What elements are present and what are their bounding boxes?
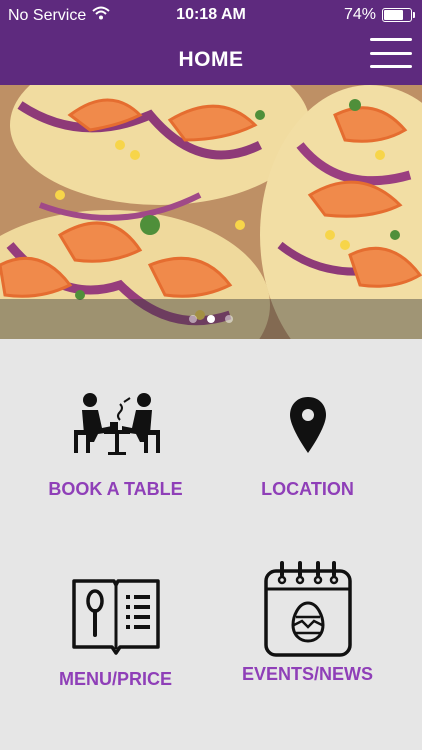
location-tile[interactable]: LOCATION: [202, 375, 413, 500]
menu-price-label: MENU/PRICE: [58, 669, 172, 689]
menu-bar-icon: [370, 51, 412, 55]
events-news-label: EVENTS/NEWS: [241, 664, 374, 684]
dining-table-icon: [68, 375, 164, 475]
menu-bar-icon: [370, 38, 412, 41]
hero-carousel[interactable]: [0, 85, 422, 339]
status-bar: No Service 10:18 AM 74%: [0, 0, 422, 30]
battery-percent: 74%: [343, 6, 376, 23]
battery-icon: [382, 8, 415, 22]
carousel-dot[interactable]: [189, 315, 197, 323]
calendar-egg-icon: [262, 560, 354, 660]
location-label: LOCATION: [261, 479, 354, 499]
map-pin-icon: [288, 375, 328, 475]
events-news-tile[interactable]: EVENTS/NEWS: [202, 560, 413, 685]
menu-book-icon: [70, 565, 162, 665]
menu-price-tile[interactable]: MENU/PRICE: [10, 565, 221, 690]
battery-status: 74%: [343, 6, 415, 24]
carousel-indicator[interactable]: [0, 299, 422, 339]
hamburger-menu-button[interactable]: [370, 38, 412, 68]
carousel-dot[interactable]: [225, 315, 233, 323]
carousel-dot[interactable]: [207, 315, 215, 323]
page-title: HOME: [178, 48, 244, 71]
book-table-tile[interactable]: BOOK A TABLE: [10, 375, 221, 500]
menu-bar-icon: [370, 65, 412, 68]
book-table-label: BOOK A TABLE: [48, 479, 183, 499]
app-header: No Service 10:18 AM 74% HOME: [0, 0, 422, 85]
